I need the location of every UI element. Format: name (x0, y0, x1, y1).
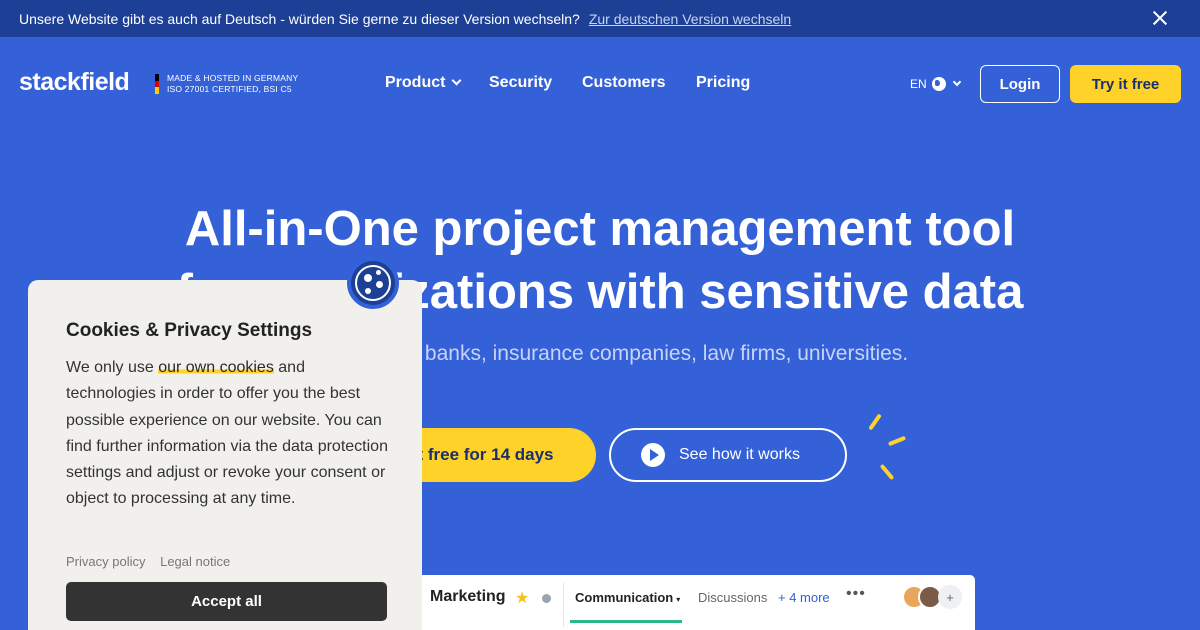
cookie-title: Cookies & Privacy Settings (66, 320, 313, 341)
see-how-it-works-button[interactable]: See how it works (609, 428, 847, 482)
own-cookies-highlight[interactable]: our own cookies (158, 359, 274, 376)
nav-product-label: Product (385, 74, 446, 91)
logo[interactable]: stackfield (19, 68, 130, 97)
accept-all-button[interactable]: Accept all (66, 582, 387, 621)
room-title: Marketing (430, 588, 506, 605)
sparkle-decoration (879, 463, 895, 481)
cookie-text-start: We only use (66, 359, 159, 376)
cookie-text-end: and technologies in order to offer you t… (66, 359, 388, 508)
cookie-description: We only use our own cookies and technolo… (66, 355, 396, 513)
chevron-down-icon (952, 77, 961, 87)
more-options-icon[interactable]: ••• (846, 585, 866, 603)
caret-down-icon: ▾ (676, 595, 681, 604)
nav-product[interactable]: Product (385, 74, 462, 92)
globe-icon (931, 77, 946, 91)
cert-line-1: MADE & HOSTED IN GERMANY (167, 73, 299, 83)
nav-customers[interactable]: Customers (582, 74, 666, 92)
cookie-icon (347, 257, 399, 309)
tab-communication[interactable]: Communication ▾ (575, 590, 680, 605)
status-dot (542, 594, 551, 603)
tab-communication-label: Communication (575, 590, 674, 605)
german-flag-icon (155, 74, 159, 95)
sparkle-decoration (868, 413, 882, 431)
cookie-crumb (364, 274, 372, 282)
hero-title-line-1: All-in-One project management tool (184, 202, 1016, 256)
nav-pricing[interactable]: Pricing (696, 74, 750, 92)
try-free-button[interactable]: Try it free (1070, 65, 1181, 103)
more-tabs-link[interactable]: + 4 more (778, 590, 830, 605)
sparkle-decoration (887, 435, 907, 447)
star-icon[interactable]: ★ (515, 588, 529, 608)
chevron-down-icon (452, 75, 462, 86)
nav-security[interactable]: Security (489, 74, 552, 92)
privacy-policy-link[interactable]: Privacy policy (66, 554, 145, 569)
cookie-consent-panel: Cookies & Privacy Settings We only use o… (28, 280, 422, 630)
cookie-links: Privacy policy Legal notice (66, 554, 241, 569)
cookie-ring (355, 265, 391, 301)
app-preview: Marketing ★ Communication ▾ Discussions +… (405, 575, 975, 630)
close-icon[interactable] (1150, 8, 1170, 28)
banner-message: Unsere Website gibt es auch auf Deutsch … (19, 10, 580, 27)
divider (563, 583, 564, 627)
legal-notice-link[interactable]: Legal notice (160, 554, 230, 569)
active-tab-indicator (570, 620, 682, 623)
cookie-crumb (376, 281, 383, 288)
language-code: EN (910, 77, 927, 91)
language-banner: Unsere Website gibt es auch auf Deutsch … (0, 0, 1200, 37)
cert-line-2: ISO 27001 CERTIFIED, BSI C5 (167, 84, 292, 94)
see-how-it-works-label: See how it works (679, 446, 800, 463)
certification-note: MADE & HOSTED IN GERMANY ISO 27001 CERTI… (167, 73, 298, 95)
cookie-crumb (365, 288, 371, 294)
add-member-button[interactable]: + (938, 585, 962, 609)
tab-discussions[interactable]: Discussions (698, 590, 767, 605)
switch-to-german-link[interactable]: Zur deutschen Version wechseln (589, 11, 791, 27)
cookie-crumb (376, 270, 381, 275)
play-icon (641, 443, 665, 467)
language-selector[interactable]: EN (910, 77, 961, 91)
login-button[interactable]: Login (980, 65, 1060, 103)
